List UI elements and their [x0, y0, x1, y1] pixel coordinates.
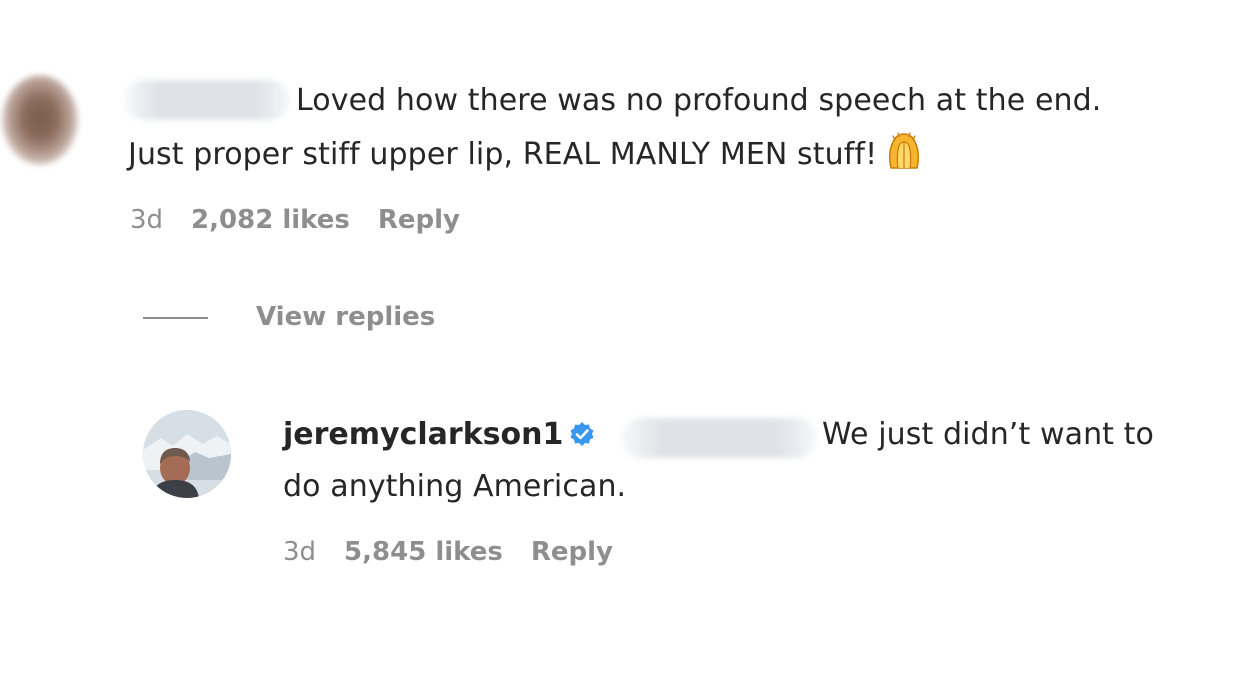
comment-time: 3d	[130, 205, 164, 235]
reply-button[interactable]: Reply	[378, 205, 460, 235]
redacted-username	[125, 80, 290, 120]
reply-meta: 3d 5,845 likes Reply	[283, 537, 641, 567]
view-replies-button[interactable]: View replies	[143, 302, 435, 332]
view-replies-label[interactable]: View replies	[256, 302, 435, 332]
redacted-mention	[622, 418, 817, 458]
reply-username-row: jeremyclarkson1	[283, 410, 595, 460]
reply-button[interactable]: Reply	[531, 537, 613, 567]
verified-badge-icon	[570, 422, 594, 446]
comment: Loved how there was no profound speech a…	[0, 0, 1245, 260]
profile-photo-icon	[143, 410, 231, 498]
likes-count[interactable]: 5,845 likes	[344, 537, 503, 567]
avatar[interactable]	[143, 410, 231, 498]
likes-count[interactable]: 2,082 likes	[191, 205, 350, 235]
avatar[interactable]	[2, 75, 78, 165]
username-link[interactable]: jeremyclarkson1	[283, 417, 563, 452]
reply-text-line: do anything American.	[283, 469, 627, 504]
reply-time: 3d	[283, 537, 317, 567]
comment-text-line: Loved how there was no profound speech a…	[296, 83, 1102, 118]
comment-text-segment: Just proper stiff upper lip, REAL MANLY …	[128, 137, 878, 172]
reply-text-line: We just didn’t want to	[822, 417, 1154, 452]
replies-divider	[143, 316, 208, 319]
comment-text-line: Just proper stiff upper lip, REAL MANLY …	[128, 130, 921, 180]
raising-hands-emoji-icon	[889, 132, 920, 169]
comment-meta: 3d 2,082 likes Reply	[130, 205, 488, 235]
